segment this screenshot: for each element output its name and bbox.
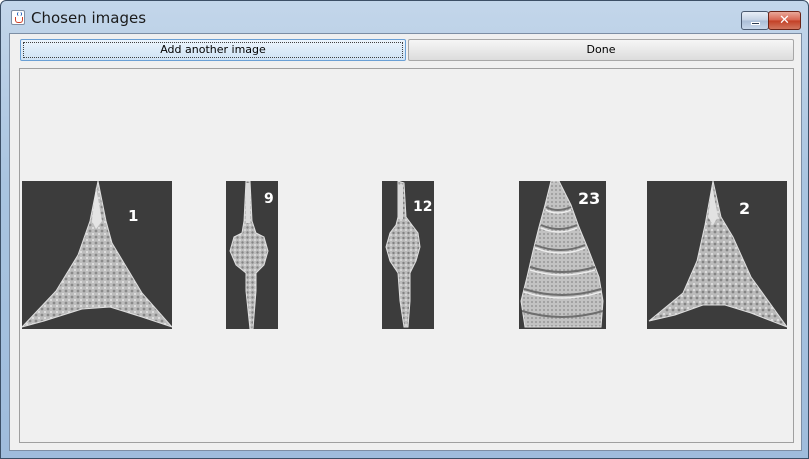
close-icon: ✕ (779, 13, 790, 28)
window-content: Add another image Done 1 9 12 23 2 (9, 33, 802, 451)
minimize-button[interactable] (741, 11, 769, 30)
close-button[interactable]: ✕ (768, 11, 801, 30)
chosen-images-panel: 1 9 12 23 2 (19, 68, 794, 443)
triangular-spiked-microfossil-icon (22, 181, 172, 328)
title-bar[interactable]: Chosen images ✕ (1, 1, 808, 33)
fossil-image-2[interactable]: 2 (647, 181, 787, 329)
image-2-label: 2 (739, 199, 751, 218)
minimize-icon (751, 22, 760, 25)
image-9-label: 9 (264, 191, 274, 207)
done-button[interactable]: Done (408, 39, 794, 61)
triangular-spiked-microfossil-icon (648, 181, 787, 328)
java-coffee-cup-icon[interactable] (11, 10, 25, 25)
window-title: Chosen images (31, 9, 147, 27)
done-label: Done (586, 43, 616, 56)
image-1-label: 1 (128, 207, 139, 225)
image-23-label: 23 (578, 189, 601, 208)
add-another-image-button[interactable]: Add another image (20, 39, 406, 61)
focus-ring (23, 42, 403, 58)
fossil-image-23[interactable]: 23 (519, 181, 606, 329)
fossil-image-9[interactable]: 9 (226, 181, 278, 329)
fossil-image-12[interactable]: 12 (382, 181, 434, 329)
fossil-image-1[interactable]: 1 (22, 181, 172, 329)
image-12-label: 12 (413, 199, 433, 215)
app-window: Chosen images ✕ Add another image Done 1… (0, 0, 809, 459)
